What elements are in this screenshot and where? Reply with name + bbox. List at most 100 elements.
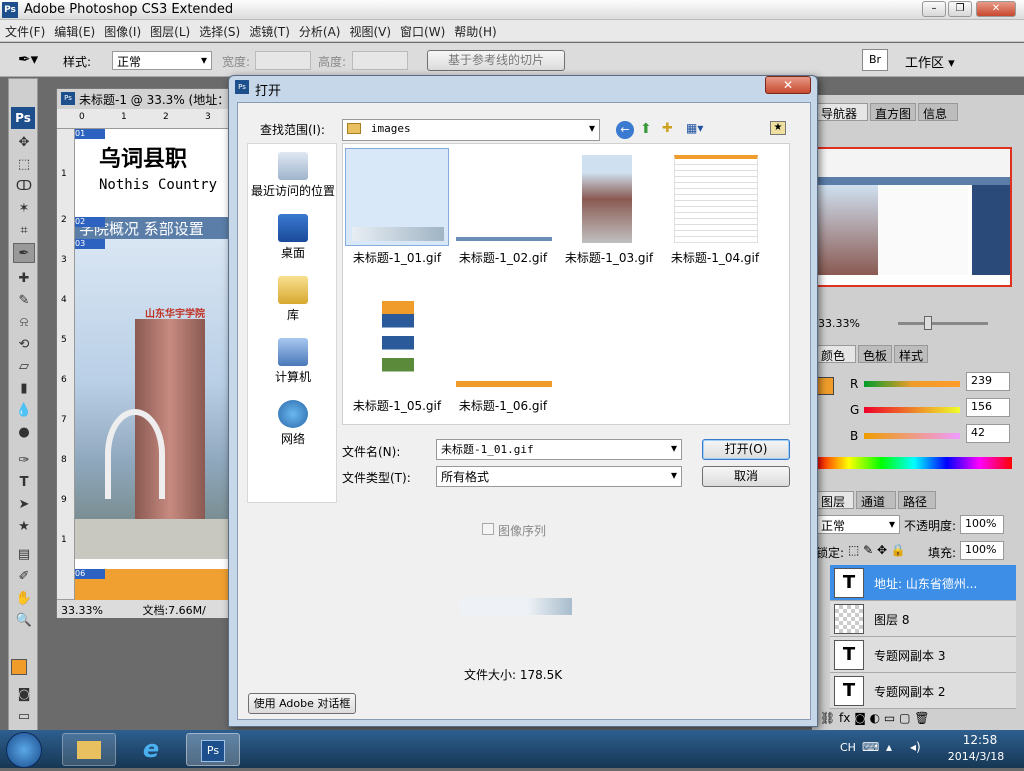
slice-tool-icon[interactable]: ✒: [13, 243, 35, 263]
opacity-input[interactable]: 100%: [960, 515, 1004, 534]
path-select-icon[interactable]: ➤: [13, 495, 35, 515]
file-item[interactable]: 未标题-1_04.gif: [663, 148, 767, 270]
cancel-button[interactable]: 取消: [702, 466, 790, 487]
file-item[interactable]: 未标题-1_05.gif: [345, 296, 449, 418]
zoom-readout[interactable]: 33.33%: [61, 604, 103, 617]
menu-file[interactable]: 文件(F): [0, 20, 49, 40]
slice-tool-icon[interactable]: ✒▾: [18, 50, 38, 68]
filetype-select[interactable]: 所有格式 ▾: [436, 466, 682, 487]
place-network[interactable]: 网络: [248, 396, 338, 456]
file-item[interactable]: 未标题-1_01.gif: [345, 148, 449, 270]
start-button-icon[interactable]: [6, 732, 42, 768]
tab-histogram[interactable]: 直方图: [870, 103, 916, 121]
open-button[interactable]: 打开(O): [702, 439, 790, 460]
clock-time[interactable]: 12:58: [950, 733, 1010, 747]
navigator-preview[interactable]: [816, 147, 1012, 287]
r-input[interactable]: 239: [966, 372, 1010, 391]
volume-icon[interactable]: ◂): [910, 740, 921, 754]
menu-view[interactable]: 视图(V): [344, 20, 395, 40]
fill-input[interactable]: 100%: [960, 541, 1004, 560]
tab-layers[interactable]: 图层: [816, 491, 854, 509]
ie-taskbar-button[interactable]: e: [124, 733, 178, 766]
document-tab[interactable]: Ps 未标题-1 @ 33.3% (地址：: [57, 89, 235, 109]
photoshop-taskbar-button[interactable]: Ps: [186, 733, 240, 766]
menu-window[interactable]: 窗口(W): [395, 20, 449, 40]
history-brush-icon[interactable]: ⟲: [13, 335, 35, 355]
lasso-tool-icon[interactable]: ↀ: [13, 177, 35, 197]
magic-wand-icon[interactable]: ✶: [13, 199, 35, 219]
height-input[interactable]: [352, 51, 408, 70]
tab-color[interactable]: 颜色: [816, 345, 856, 363]
slices-from-guides-button[interactable]: 基于参考线的切片: [427, 50, 565, 71]
quick-mask-icon[interactable]: ◙: [13, 685, 35, 705]
menu-edit[interactable]: 编辑(E): [49, 20, 99, 40]
minimize-button[interactable]: –: [922, 1, 946, 17]
back-icon[interactable]: ←: [616, 121, 634, 139]
hand-tool-icon[interactable]: ✋: [13, 589, 35, 609]
view-menu-icon[interactable]: ▦▾: [686, 121, 703, 135]
layer-row[interactable]: T 地址: 山东省德州...: [830, 565, 1016, 601]
network-tray-icon[interactable]: ▴: [886, 740, 892, 754]
layer-row[interactable]: T 专题网副本 3: [830, 637, 1016, 673]
file-item[interactable]: 未标题-1_03.gif: [557, 148, 661, 270]
gradient-tool-icon[interactable]: ▮: [13, 379, 35, 399]
document-canvas[interactable]: 乌词县职 Nothis Country 学院概况 系部设置 山东华宇学院 01 …: [75, 129, 235, 603]
notes-tool-icon[interactable]: ▤: [13, 545, 35, 565]
language-indicator[interactable]: CH: [840, 741, 856, 754]
style-select[interactable]: 正常 ▾: [112, 51, 212, 70]
place-libraries[interactable]: 库: [248, 272, 338, 332]
file-item[interactable]: 未标题-1_06.gif: [451, 296, 555, 418]
blend-mode-select[interactable]: 正常 ▾: [816, 515, 900, 534]
menu-layer[interactable]: 图层(L): [145, 20, 194, 40]
foreground-color-swatch[interactable]: [11, 659, 27, 675]
menu-analysis[interactable]: 分析(A): [294, 20, 345, 40]
crop-tool-icon[interactable]: ⌗: [13, 221, 35, 241]
shape-tool-icon[interactable]: ★: [13, 517, 35, 537]
layer-row[interactable]: T 专题网副本 2: [830, 673, 1016, 709]
brush-tool-icon[interactable]: ✎: [13, 291, 35, 311]
tab-paths[interactable]: 路径: [898, 491, 936, 509]
width-input[interactable]: [255, 51, 311, 70]
zoom-slider[interactable]: [898, 322, 988, 325]
place-computer[interactable]: 计算机: [248, 334, 338, 394]
tab-channels[interactable]: 通道: [856, 491, 896, 509]
place-desktop[interactable]: 桌面: [248, 210, 338, 270]
image-sequence-checkbox[interactable]: [482, 523, 494, 535]
type-tool-icon[interactable]: T: [13, 473, 35, 493]
menu-image[interactable]: 图像(I): [99, 20, 145, 40]
filename-input[interactable]: 未标题-1_01.gif ▾: [436, 439, 682, 460]
navigator-zoom[interactable]: 33.33%: [818, 317, 860, 330]
restore-button[interactable]: ❐: [948, 1, 972, 17]
dodge-tool-icon[interactable]: ●: [13, 423, 35, 443]
color-panel-swatch[interactable]: [816, 377, 834, 395]
clock-date[interactable]: 2014/3/18: [940, 750, 1012, 763]
menu-select[interactable]: 选择(S): [194, 20, 244, 40]
tab-navigator[interactable]: 导航器: [816, 103, 868, 121]
b-input[interactable]: 42: [966, 424, 1010, 443]
menu-help[interactable]: 帮助(H): [449, 20, 500, 40]
layer-tools-icons[interactable]: ⛓ fx ◙ ◐ ▭ ▢ 🗑: [820, 711, 929, 725]
color-ramp[interactable]: [816, 457, 1012, 469]
file-list[interactable]: 未标题-1_01.gif 未标题-1_02.gif 未标题-1_03.gif 未…: [342, 143, 790, 425]
r-slider[interactable]: [864, 381, 960, 387]
tab-info[interactable]: 信息: [918, 103, 958, 121]
menu-filter[interactable]: 滤镜(T): [244, 20, 294, 40]
g-slider[interactable]: [864, 407, 960, 413]
close-button[interactable]: ✕: [976, 1, 1016, 17]
stamp-tool-icon[interactable]: ⍾: [13, 313, 35, 333]
zoom-slider-handle[interactable]: [924, 316, 932, 330]
file-item[interactable]: 未标题-1_02.gif: [451, 148, 555, 270]
zoom-tool-icon[interactable]: 🔍: [13, 611, 35, 631]
eyedropper-icon[interactable]: ✐: [13, 567, 35, 587]
b-slider[interactable]: [864, 433, 960, 439]
up-folder-icon[interactable]: ⬆: [640, 121, 652, 137]
favorites-icon[interactable]: ★: [770, 121, 786, 135]
screen-mode-icon[interactable]: ▭: [13, 707, 35, 727]
look-in-select[interactable]: images ▾: [342, 119, 600, 141]
keyboard-icon[interactable]: ⌨: [862, 740, 879, 754]
layer-row[interactable]: 图层 8: [830, 601, 1016, 637]
dialog-close-button[interactable]: ✕: [765, 76, 811, 94]
eraser-tool-icon[interactable]: ▱: [13, 357, 35, 377]
pen-tool-icon[interactable]: ✑: [13, 451, 35, 471]
marquee-tool-icon[interactable]: ⬚: [13, 155, 35, 175]
